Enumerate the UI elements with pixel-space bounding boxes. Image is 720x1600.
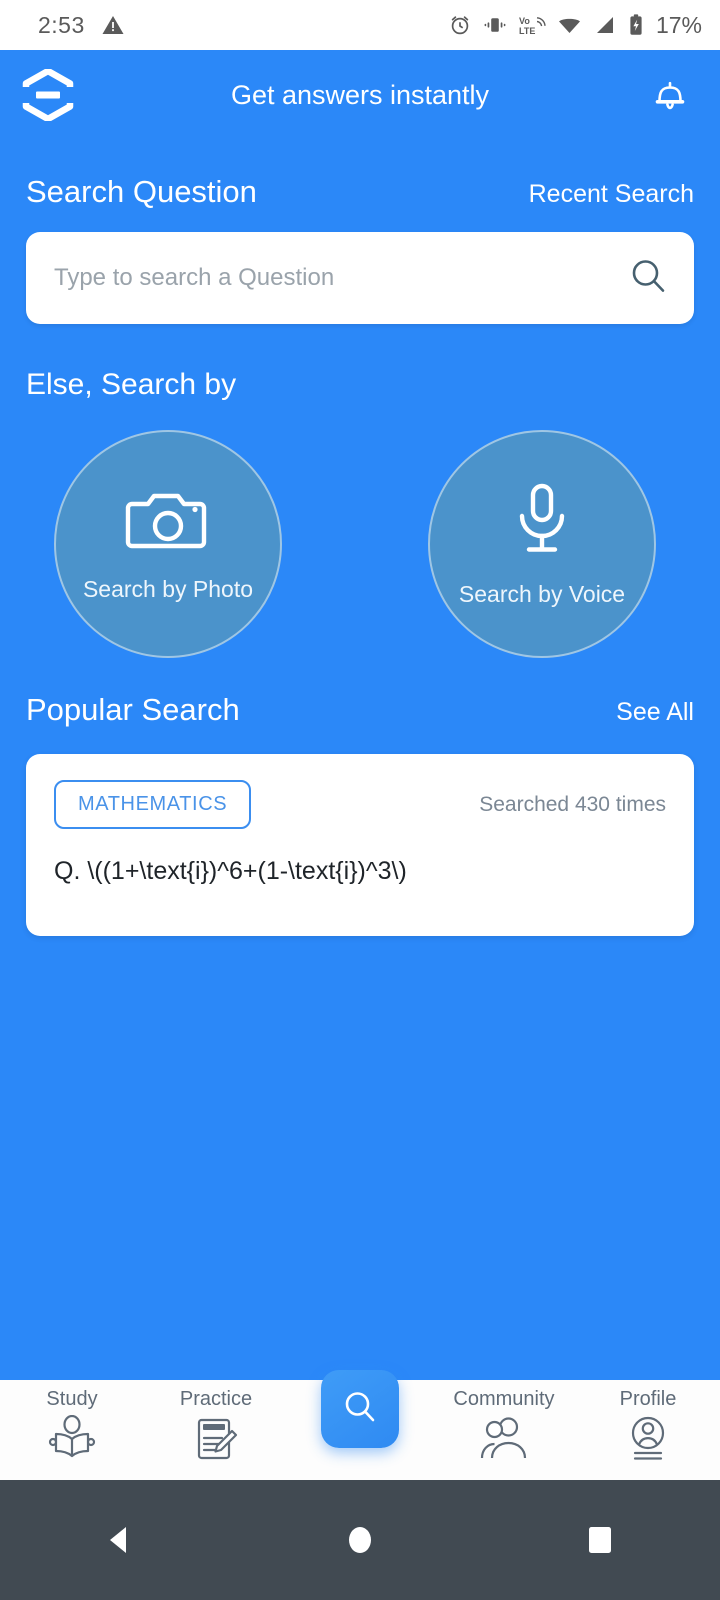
status-bar-left: 2:53 <box>38 12 125 39</box>
main-content: Search Question Recent Search Else, Sear… <box>0 174 720 936</box>
svg-text:LTE: LTE <box>519 26 535 36</box>
status-bar: 2:53 Vo LTE 17% <box>0 0 720 50</box>
recent-search-link[interactable]: Recent Search <box>529 180 694 209</box>
question-text: Q. \((1+\text{i})^6+(1-\text{i})^3\) <box>54 857 407 885</box>
app-bar: Get answers instantly <box>0 50 720 140</box>
notification-bell-icon[interactable] <box>646 71 694 119</box>
search-icon <box>339 1386 381 1433</box>
search-input[interactable] <box>54 264 626 292</box>
camera-icon <box>124 485 212 560</box>
alt-search-title: Else, Search by <box>26 368 237 401</box>
status-bar-clock: 2:53 <box>38 11 85 38</box>
alarm-icon <box>448 13 472 37</box>
subject-tag[interactable]: MATHEMATICS <box>54 780 252 829</box>
search-section-header: Search Question Recent Search <box>26 174 694 210</box>
recents-square-icon[interactable] <box>555 1495 645 1585</box>
warning-triangle-icon <box>101 13 125 37</box>
popular-search-header: Popular Search See All <box>26 692 694 728</box>
bottom-navigation: Study Practice Community Profile <box>0 1370 720 1480</box>
notepad-pencil-icon <box>192 1415 240 1468</box>
popular-search-title: Popular Search <box>26 692 240 727</box>
search-icon[interactable] <box>626 254 670 303</box>
nav-label-profile: Profile <box>619 1388 677 1410</box>
popular-card-header: MATHEMATICS Searched 430 times <box>54 780 666 829</box>
battery-percent-label: 17% <box>655 11 702 38</box>
nav-label-practice: Practice <box>179 1388 253 1410</box>
search-fab-button[interactable] <box>321 1370 399 1448</box>
android-navigation-bar <box>0 1480 720 1600</box>
home-circle-icon[interactable] <box>315 1495 405 1585</box>
search-by-voice-button[interactable]: Search by Voice <box>428 430 656 658</box>
hexagon-logo <box>22 67 74 123</box>
reading-person-icon <box>46 1414 98 1468</box>
nav-item-profile[interactable]: Profile <box>590 1388 706 1468</box>
alt-search-options: Search by Photo Search by Voice <box>26 430 694 658</box>
user-circle-icon <box>624 1415 672 1468</box>
search-by-photo-label: Search by Photo <box>82 576 254 602</box>
people-icon <box>478 1415 530 1466</box>
popular-search-card[interactable]: MATHEMATICS Searched 430 times Q. \((1+\… <box>26 754 694 936</box>
page-title: Search Question <box>26 174 257 209</box>
nav-item-study[interactable]: Study <box>14 1388 130 1468</box>
status-bar-right: Vo LTE 17% <box>448 12 702 39</box>
nav-label-community: Community <box>453 1388 555 1410</box>
cellular-signal-icon <box>593 13 617 37</box>
search-count-label: Searched 430 times <box>479 792 666 816</box>
nav-item-practice[interactable]: Practice <box>158 1388 274 1468</box>
search-by-voice-label: Search by Voice <box>458 581 626 607</box>
back-triangle-icon[interactable] <box>75 1495 165 1585</box>
search-by-photo-button[interactable]: Search by Photo <box>54 430 282 658</box>
see-all-link[interactable]: See All <box>616 698 694 727</box>
battery-charging-icon <box>628 13 644 37</box>
nav-label-study: Study <box>46 1388 98 1410</box>
search-bar[interactable] <box>26 232 694 324</box>
nav-item-community[interactable]: Community <box>446 1388 562 1466</box>
wifi-icon <box>557 13 582 37</box>
svg-text:Vo: Vo <box>519 16 530 26</box>
volte-icon: Vo LTE <box>518 13 546 37</box>
microphone-icon <box>511 480 573 565</box>
app-bar-title: Get answers instantly <box>230 79 490 110</box>
vibrate-icon <box>483 13 507 37</box>
nav-item-search[interactable] <box>302 1370 418 1448</box>
